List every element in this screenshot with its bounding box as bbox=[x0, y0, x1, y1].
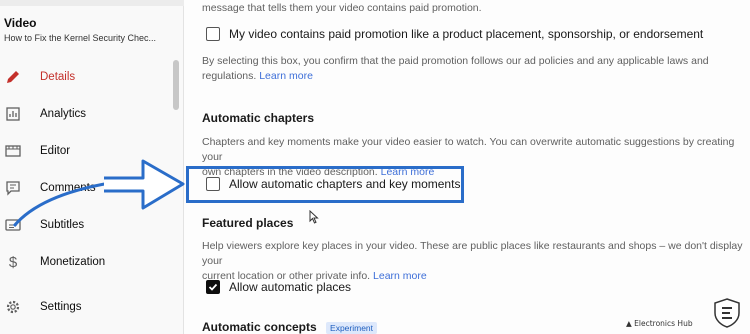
sidebar-scrollbar[interactable] bbox=[173, 60, 179, 110]
sidebar-item-label: Comments bbox=[40, 182, 96, 194]
learn-more-link[interactable]: Learn more bbox=[373, 270, 427, 282]
automatic-concepts-title: Automatic concepts bbox=[202, 320, 317, 334]
electronics-hub-icon: ▲ bbox=[626, 319, 632, 328]
checkmark-icon bbox=[208, 283, 218, 291]
automatic-places-checkbox-row[interactable]: Allow automatic places bbox=[206, 280, 351, 294]
sidebar-item-label: Details bbox=[40, 71, 76, 83]
paid-promo-disclaimer-line2: regulations. bbox=[202, 70, 257, 82]
paid-promotion-label: My video contains paid promotion like a … bbox=[229, 27, 704, 41]
automatic-chapters-heading: Automatic chapters bbox=[202, 111, 315, 125]
sidebar-item-label: Subtitles bbox=[40, 219, 85, 231]
watermark-text: Electronics Hub bbox=[634, 319, 693, 328]
sidebar-item-comments[interactable]: Comments bbox=[0, 170, 176, 206]
paid-promo-disclaimer-line1: By selecting this box, you confirm that … bbox=[202, 55, 709, 67]
sidebar-item-subtitles[interactable]: Subtitles bbox=[0, 207, 176, 243]
sidebar-item-analytics[interactable]: Analytics bbox=[0, 96, 176, 132]
featured-places-desc: Help viewers explore key places in your … bbox=[202, 239, 748, 284]
sidebar-item-settings[interactable]: Settings bbox=[0, 289, 176, 325]
sidebar: Video How to Fix the Kernel Security Che… bbox=[0, 0, 184, 334]
sidebar-item-label: Editor bbox=[40, 145, 71, 157]
paid-promo-disclaimer: By selecting this box, you confirm that … bbox=[202, 54, 742, 84]
learn-more-link[interactable]: Learn more bbox=[259, 70, 313, 82]
cursor-icon bbox=[309, 210, 319, 224]
sidebar-item-label: Settings bbox=[40, 301, 82, 313]
paid-promotion-checkbox[interactable] bbox=[206, 27, 220, 41]
paid-promo-top-text: message that tells them your video conta… bbox=[202, 2, 482, 14]
shield-icon bbox=[714, 298, 740, 328]
comments-icon bbox=[5, 180, 21, 196]
automatic-places-checkbox[interactable] bbox=[206, 280, 220, 294]
subtitles-icon bbox=[5, 217, 21, 233]
dollar-icon: $ bbox=[8, 253, 18, 271]
experiment-badge: Experiment bbox=[326, 321, 378, 334]
sidebar-item-monetization[interactable]: $ Monetization bbox=[0, 244, 176, 280]
highlight-box bbox=[186, 166, 464, 203]
pencil-icon bbox=[5, 69, 21, 85]
sidebar-heading: Video bbox=[4, 16, 37, 30]
analytics-icon bbox=[5, 106, 21, 122]
automatic-places-label: Allow automatic places bbox=[229, 280, 352, 294]
sidebar-item-label: Monetization bbox=[40, 256, 106, 268]
editor-icon bbox=[5, 143, 21, 159]
automatic-concepts-heading: Automatic concepts Experiment bbox=[202, 320, 378, 334]
watermark-logo: ▲ Electronics Hub bbox=[626, 319, 693, 328]
sidebar-top-bar bbox=[0, 0, 184, 6]
sidebar-item-editor[interactable]: Editor bbox=[0, 133, 176, 169]
automatic-chapters-desc-line1: Chapters and key moments make your video… bbox=[202, 136, 735, 163]
sidebar-item-label: Analytics bbox=[40, 108, 87, 120]
sidebar-item-details[interactable]: Details bbox=[0, 59, 176, 95]
gear-icon bbox=[5, 299, 21, 315]
paid-promotion-checkbox-row[interactable]: My video contains paid promotion like a … bbox=[206, 27, 703, 41]
video-title[interactable]: How to Fix the Kernel Security Chec... bbox=[4, 33, 168, 43]
featured-places-desc-line1: Help viewers explore key places in your … bbox=[202, 240, 743, 267]
featured-places-heading: Featured places bbox=[202, 216, 294, 230]
